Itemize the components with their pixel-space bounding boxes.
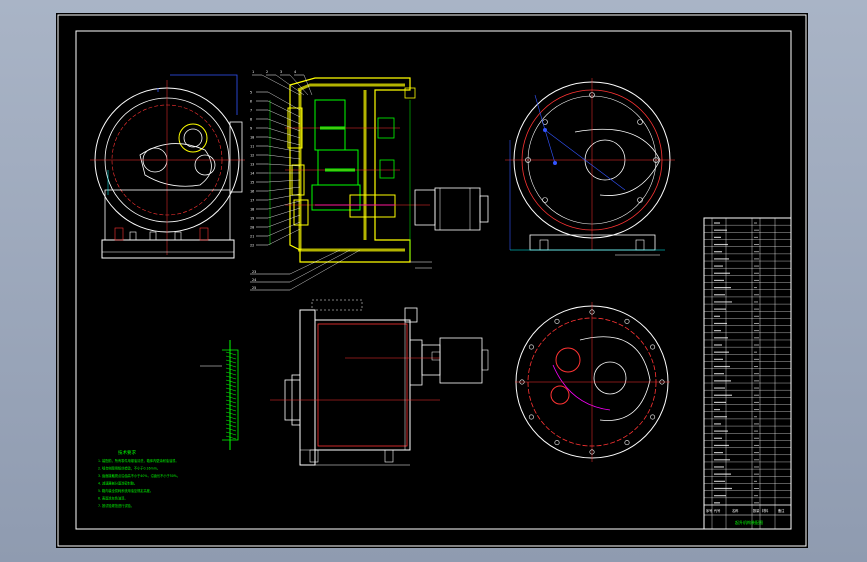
leader-label: 2	[266, 70, 268, 74]
title-block-footer-label: 名称	[732, 508, 739, 513]
title-block-footer-label: 数量	[753, 508, 760, 513]
leader-label: 23	[252, 270, 256, 274]
leader-label: 21	[250, 235, 254, 239]
leader-label: 19	[250, 217, 254, 221]
leader-label: 16	[250, 190, 254, 194]
drawing-sheet	[56, 13, 808, 548]
title-block-footer-label: 代号	[714, 508, 720, 513]
leader-label: 7	[250, 109, 252, 113]
notes-title: 技术要求	[118, 449, 136, 456]
leader-label: 20	[250, 226, 254, 230]
title-block-footer-label: 材料	[762, 508, 769, 513]
leader-label: 11	[250, 145, 254, 149]
leader-label: 3	[280, 70, 282, 74]
leader-label: 14	[250, 172, 254, 176]
leader-label: 10	[250, 136, 254, 140]
leader-label: 25	[252, 286, 256, 290]
cad-drawing-canvas: 5678910111213141516171819202122 1234 232…	[56, 13, 808, 548]
leader-label: 13	[250, 163, 254, 167]
note-line: 4. 减速器剖分面涂密封胶。	[98, 481, 137, 486]
note-line: 5. 箱内装全损耗系统用油至规定高度。	[98, 488, 153, 493]
note-line: 3. 齿面接触斑点沿齿高不小于40%，沿齿长不小于50%。	[98, 473, 180, 478]
leader-label: 4	[294, 70, 296, 74]
note-line: 7. 按试验规范进行试验。	[98, 503, 134, 508]
title-block-footer-label: 备注	[778, 508, 785, 513]
note-line: 2. 啮合侧隙用铅丝检验，不小于0.16mm。	[98, 466, 160, 471]
leader-label: 15	[250, 181, 254, 185]
title-block-title: 起升机构装配图	[735, 519, 763, 525]
leader-label: 5	[250, 91, 252, 95]
note-line: 6. 表面涂灰色油漆。	[98, 496, 128, 501]
title-block-footer-label: 序号	[706, 508, 712, 513]
leader-label: 24	[252, 278, 256, 282]
leader-label: 18	[250, 208, 254, 212]
leader-label: 1	[252, 70, 254, 74]
leader-label: 6	[250, 100, 252, 104]
leader-label: 12	[250, 154, 254, 158]
leader-label: 8	[250, 118, 252, 122]
leader-label: 22	[250, 244, 254, 248]
leader-label: 9	[250, 127, 252, 131]
note-line: 1. 装配前，所有零件用煤油清洗，箱体内壁涂耐油油漆。	[98, 458, 179, 463]
leader-label: 17	[250, 199, 254, 203]
